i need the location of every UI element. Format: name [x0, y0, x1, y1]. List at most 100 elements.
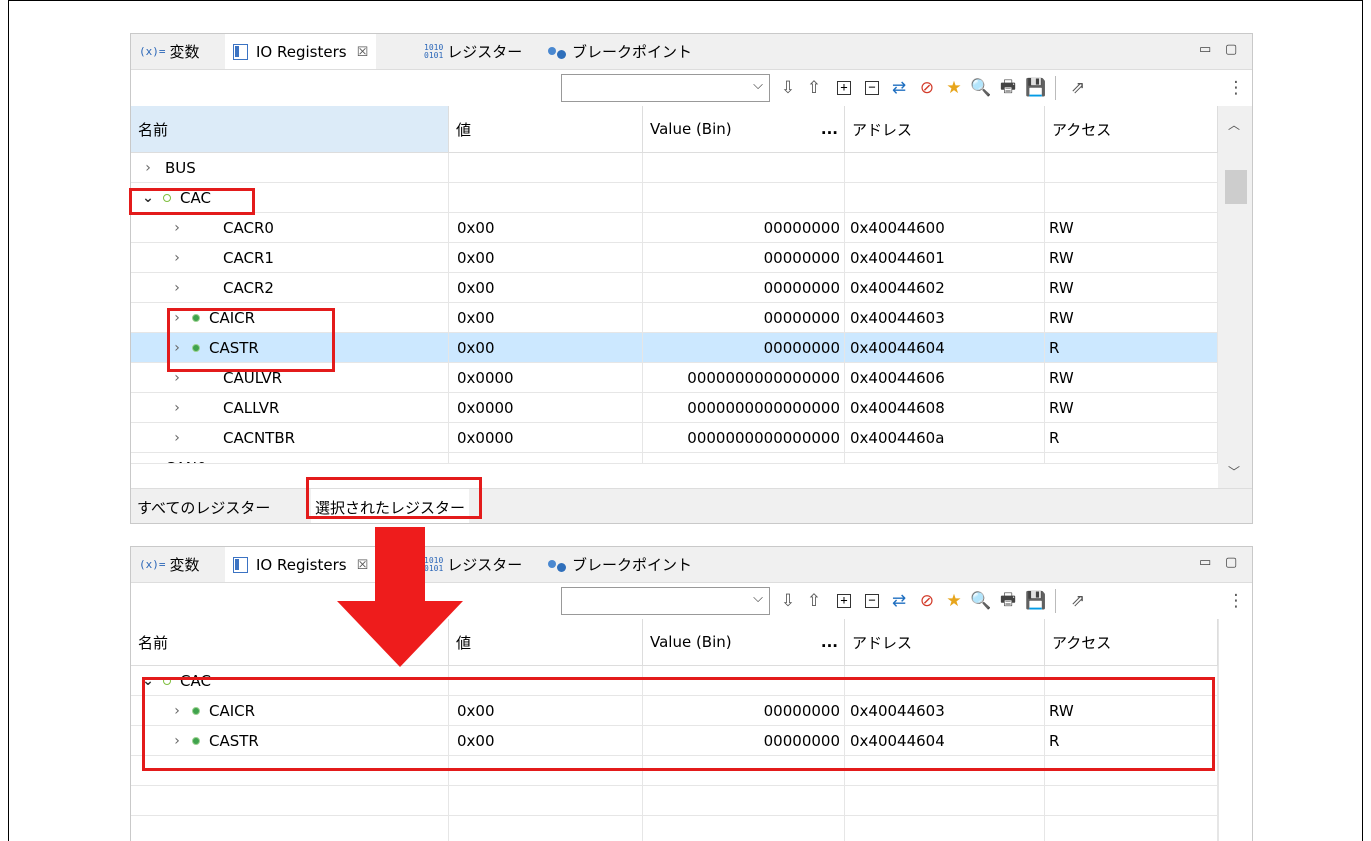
expand-all-icon[interactable]: +: [832, 588, 856, 614]
save-icon[interactable]: 💾: [1024, 75, 1048, 101]
chevron-right-icon[interactable]: ›: [168, 250, 186, 266]
chevron-down-icon[interactable]: ⌄: [139, 673, 157, 689]
chevron-right-icon[interactable]: ›: [168, 310, 186, 326]
chevron-down-icon[interactable]: ⌵: [753, 591, 763, 606]
view-menu-icon[interactable]: ⋮: [1224, 75, 1248, 101]
register-address: 0x40044601: [845, 243, 1045, 272]
move-down-icon[interactable]: ⇩: [776, 588, 800, 614]
chevron-right-icon[interactable]: ›: [168, 733, 186, 749]
register-access: RW: [1045, 273, 1218, 302]
register-name: CACR1: [223, 248, 274, 267]
remove-icon[interactable]: ⊘: [915, 75, 939, 101]
expand-all-icon[interactable]: +: [832, 75, 856, 101]
column-header-0[interactable]: 名前: [131, 106, 449, 152]
register-value: [449, 786, 643, 815]
view-menu-icon[interactable]: ⋮: [1224, 588, 1248, 614]
tab-io-registers[interactable]: IO Registers ☒: [225, 34, 377, 70]
register-address: 0x40044600: [845, 213, 1045, 242]
collapse-all-icon[interactable]: −: [860, 75, 884, 101]
save-icon[interactable]: 💾: [1024, 588, 1048, 614]
register-address: 0x40044603: [845, 303, 1045, 332]
move-up-icon[interactable]: ⇧: [802, 588, 826, 614]
search-icon[interactable]: 🔍: [969, 75, 993, 101]
register-access: RW: [1045, 363, 1218, 392]
register-name-cell: › CAN0: [131, 453, 449, 464]
column-header-1[interactable]: 値: [449, 106, 643, 152]
search-icon[interactable]: 🔍: [969, 588, 993, 614]
tab-breakpoints[interactable]: ブレークポイント: [548, 34, 692, 69]
chevron-right-icon[interactable]: ›: [168, 400, 186, 416]
breakpoints-icon: [548, 558, 568, 572]
tab-selected-registers[interactable]: 選択されたレジスター: [311, 489, 470, 523]
table-row[interactable]: ⌄ CAC: [131, 183, 1218, 213]
column-header-3[interactable]: アドレス: [845, 106, 1045, 152]
maximize-icon[interactable]: ▢: [1225, 555, 1239, 570]
tab-all-registers[interactable]: すべてのレジスター: [137, 489, 270, 523]
table-row[interactable]: › CACNTBR 0x0000 0000000000000000 0x4004460a…: [131, 423, 1218, 453]
table-row[interactable]: › CAICR 0x00 00000000 0x40044603 RW: [131, 303, 1218, 333]
chevron-right-icon[interactable]: ›: [139, 160, 157, 176]
table-row[interactable]: › CACR2 0x00 00000000 0x40044602 RW: [131, 273, 1218, 303]
tab-io-registers-label: IO Registers: [256, 556, 347, 574]
maximize-icon[interactable]: ▢: [1225, 42, 1239, 57]
chevron-right-icon[interactable]: ›: [168, 280, 186, 296]
chevron-right-icon[interactable]: ›: [168, 220, 186, 236]
chevron-right-icon[interactable]: ›: [139, 460, 157, 464]
remove-icon[interactable]: ⊘: [915, 588, 939, 614]
scroll-down-icon[interactable]: ﹀: [1228, 463, 1240, 480]
tab-breakpoints[interactable]: ブレークポイント: [548, 547, 692, 582]
table-row[interactable]: › CALLVR 0x0000 0000000000000000 0x40044608 R…: [131, 393, 1218, 423]
tab-variables[interactable]: (x)= 変数: [139, 547, 200, 582]
tab-registers[interactable]: 1010 0101 レジスター: [424, 34, 522, 69]
table-row[interactable]: › CASTR 0x00 00000000 0x40044604 R: [131, 726, 1218, 756]
minimize-icon[interactable]: ▭: [1199, 555, 1213, 570]
chevron-down-icon[interactable]: ⌵: [753, 78, 763, 93]
column-header-2[interactable]: Value (Bin)...: [643, 106, 845, 152]
favorite-icon[interactable]: ★: [942, 75, 966, 101]
table-row[interactable]: ⌄ CAC: [131, 666, 1218, 696]
chevron-down-icon[interactable]: ⌄: [139, 190, 157, 206]
scrollbar-thumb[interactable]: [1225, 170, 1247, 204]
chevron-right-icon[interactable]: ›: [168, 340, 186, 356]
register-value: [449, 666, 643, 695]
column-options-icon[interactable]: ...: [821, 633, 838, 651]
table-row[interactable]: › BUS: [131, 153, 1218, 183]
tab-variables[interactable]: (x)= 変数: [139, 34, 200, 69]
print-icon[interactable]: 🖶: [996, 75, 1020, 101]
collapse-all-icon[interactable]: −: [860, 588, 884, 614]
register-filter-combo[interactable]: ⌵: [561, 74, 770, 102]
move-up-icon[interactable]: ⇧: [802, 75, 826, 101]
table-row[interactable]: › CAULVR 0x0000 0000000000000000 0x40044606 R…: [131, 363, 1218, 393]
column-options-icon[interactable]: ...: [821, 120, 838, 138]
register-value: [449, 756, 643, 785]
favorite-icon[interactable]: ★: [942, 588, 966, 614]
vertical-scrollbar[interactable]: [1218, 619, 1252, 841]
table-row[interactable]: › CACR0 0x00 00000000 0x40044600 RW: [131, 213, 1218, 243]
register-access: [1045, 786, 1218, 815]
chevron-right-icon[interactable]: ›: [168, 430, 186, 446]
column-header-2[interactable]: Value (Bin)...: [643, 619, 845, 665]
export-icon[interactable]: ⇗: [1066, 588, 1090, 614]
register-filter-combo[interactable]: ⌵: [561, 587, 770, 615]
column-header-3[interactable]: アドレス: [845, 619, 1045, 665]
print-icon[interactable]: 🖶: [996, 588, 1020, 614]
vertical-scrollbar[interactable]: ︿ ﹀: [1218, 106, 1252, 488]
table-row[interactable]: › CASTR 0x00 00000000 0x40044604 R: [131, 333, 1218, 363]
refresh-icon[interactable]: ⇄: [887, 75, 911, 101]
export-icon[interactable]: ⇗: [1066, 75, 1090, 101]
register-value: 0x0000: [449, 423, 643, 452]
column-header-4[interactable]: アクセス: [1045, 619, 1218, 665]
chevron-right-icon[interactable]: ›: [168, 703, 186, 719]
register-address: [845, 453, 1045, 463]
chevron-right-icon[interactable]: ›: [168, 370, 186, 386]
move-down-icon[interactable]: ⇩: [776, 75, 800, 101]
table-row[interactable]: › CACR1 0x00 00000000 0x40044601 RW: [131, 243, 1218, 273]
column-header-1[interactable]: 値: [449, 619, 643, 665]
close-tab-icon[interactable]: ☒: [357, 45, 369, 60]
table-row[interactable]: › CAN0: [131, 453, 1218, 464]
minimize-icon[interactable]: ▭: [1199, 42, 1213, 57]
scroll-up-icon[interactable]: ︿: [1228, 116, 1240, 133]
table-row[interactable]: › CAICR 0x00 00000000 0x40044603 RW: [131, 696, 1218, 726]
refresh-icon[interactable]: ⇄: [887, 588, 911, 614]
column-header-4[interactable]: アクセス: [1045, 106, 1218, 152]
